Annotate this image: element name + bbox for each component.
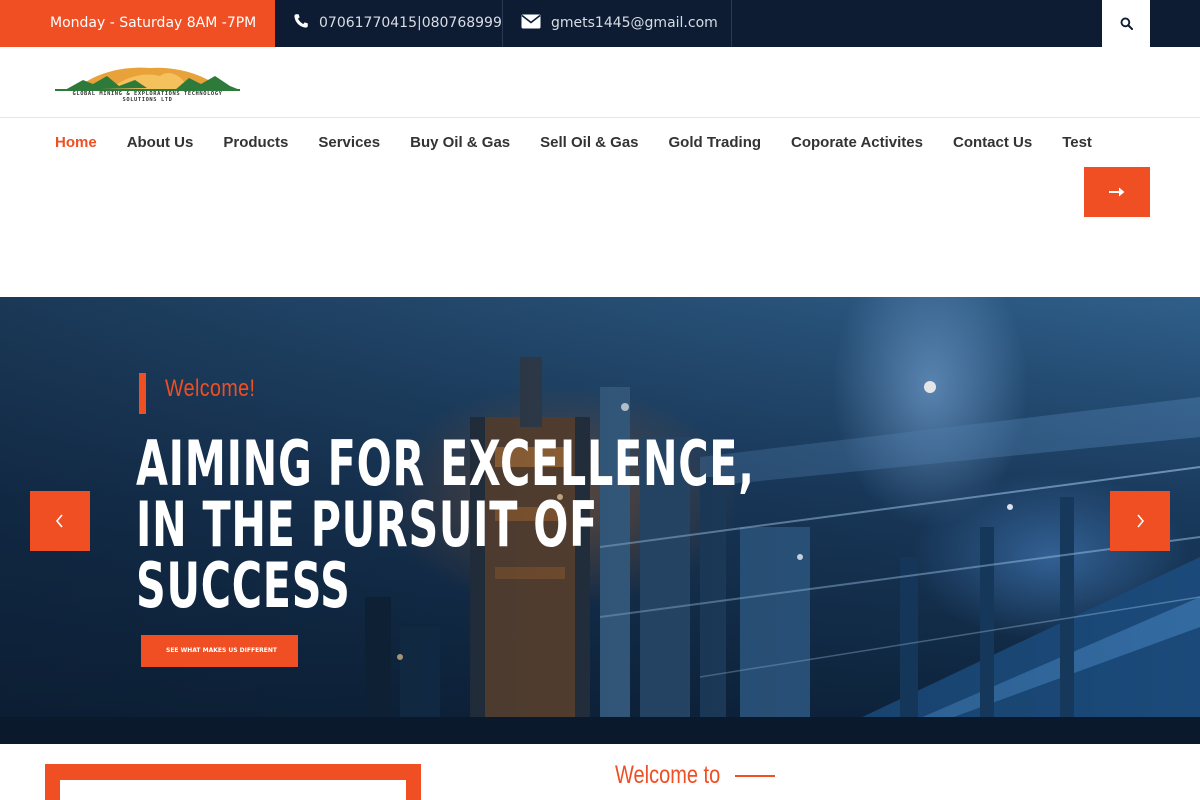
hero-slider: Welcome! AIMING FOR EXCELLENCE, IN THE P… [0,297,1200,744]
logo-text-line2: SOLUTIONS LTD [122,97,173,103]
email-address: gmets1445@gmail.com [551,15,718,31]
top-info-bar: Monday - Saturday 8AM -7PM 07061770415|0… [0,0,1200,47]
about-heading: Welcome to [615,761,721,789]
slider-prev-button[interactable] [30,491,90,551]
email-contact[interactable]: gmets1445@gmail.com [503,0,732,47]
nav-item-buy-oil-gas[interactable]: Buy Oil & Gas [410,134,510,151]
about-image-placeholder [60,780,406,800]
chevron-left-icon [55,514,63,528]
nav-item-contact-us[interactable]: Contact Us [953,134,1032,151]
business-hours: Monday - Saturday 8AM -7PM [0,0,275,47]
hero-eyebrow: Welcome! [165,375,256,402]
phone-number: 07061770415|080768999 [319,15,502,31]
main-navigation: Home About Us Products Services Buy Oil … [55,118,1122,166]
phone-icon [294,14,308,28]
phone-contact[interactable]: 07061770415|080768999 [275,0,503,47]
nav-item-sell-oil-gas[interactable]: Sell Oil & Gas [540,134,638,151]
logo-text: GLOBAL MINING & EXPLORATIONS TECHNOLOGY … [55,91,240,103]
hero-accent-bar [139,373,146,414]
nav-item-gold-trading[interactable]: Gold Trading [669,134,762,151]
company-logo[interactable]: GLOBAL MINING & EXPLORATIONS TECHNOLOGY … [55,64,240,104]
nav-item-home[interactable]: Home [55,134,97,151]
hero-cta-button[interactable]: SEE WHAT MAKES US DIFFERENT [141,635,298,667]
search-icon [1120,17,1133,30]
nav-item-products[interactable]: Products [223,134,288,151]
chevron-right-icon [1137,514,1145,528]
logo-mark [55,67,240,91]
about-heading-underline [735,775,775,777]
envelope-icon [521,14,541,28]
nav-item-test[interactable]: Test [1062,134,1092,151]
slider-next-button[interactable] [1110,491,1170,551]
nav-item-services[interactable]: Services [318,134,380,151]
arrow-right-icon [1109,187,1125,197]
nav-arrow-button[interactable] [1084,167,1150,217]
search-button[interactable] [1102,0,1150,47]
nav-item-corporate-activities[interactable]: Coporate Activites [791,134,923,151]
nav-item-about-us[interactable]: About Us [127,134,194,151]
hero-headline: AIMING FOR EXCELLENCE, IN THE PURSUIT OF… [136,427,755,622]
